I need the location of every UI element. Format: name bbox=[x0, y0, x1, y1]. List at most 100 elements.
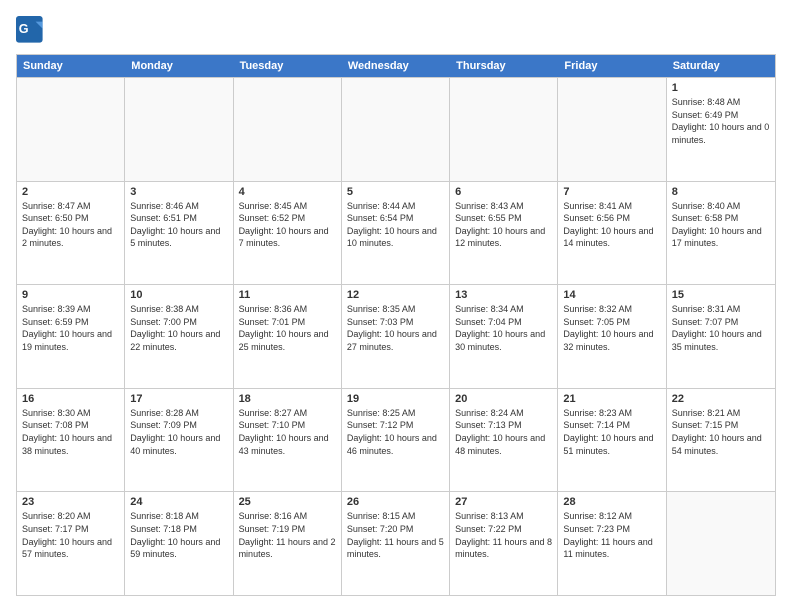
day-number: 7 bbox=[563, 186, 660, 198]
cell-info: Sunrise: 8:27 AM Sunset: 7:10 PM Dayligh… bbox=[239, 407, 336, 457]
cell-info: Sunrise: 8:44 AM Sunset: 6:54 PM Dayligh… bbox=[347, 200, 444, 250]
day-number: 21 bbox=[563, 393, 660, 405]
calendar-cell bbox=[17, 78, 125, 181]
day-number: 20 bbox=[455, 393, 552, 405]
weekday-header: Saturday bbox=[667, 55, 775, 77]
calendar-header: SundayMondayTuesdayWednesdayThursdayFrid… bbox=[17, 55, 775, 77]
day-number: 13 bbox=[455, 289, 552, 301]
weekday-header: Tuesday bbox=[234, 55, 342, 77]
cell-info: Sunrise: 8:24 AM Sunset: 7:13 PM Dayligh… bbox=[455, 407, 552, 457]
weekday-header: Sunday bbox=[17, 55, 125, 77]
cell-info: Sunrise: 8:25 AM Sunset: 7:12 PM Dayligh… bbox=[347, 407, 444, 457]
cell-info: Sunrise: 8:35 AM Sunset: 7:03 PM Dayligh… bbox=[347, 303, 444, 353]
calendar-cell: 10 Sunrise: 8:38 AM Sunset: 7:00 PM Dayli… bbox=[125, 285, 233, 388]
calendar-cell bbox=[234, 78, 342, 181]
calendar-row: 23 Sunrise: 8:20 AM Sunset: 7:17 PM Dayli… bbox=[17, 491, 775, 595]
day-number: 12 bbox=[347, 289, 444, 301]
calendar-cell bbox=[125, 78, 233, 181]
calendar-cell: 18 Sunrise: 8:27 AM Sunset: 7:10 PM Dayli… bbox=[234, 389, 342, 492]
calendar-cell: 26 Sunrise: 8:15 AM Sunset: 7:20 PM Dayli… bbox=[342, 492, 450, 595]
day-number: 19 bbox=[347, 393, 444, 405]
cell-info: Sunrise: 8:23 AM Sunset: 7:14 PM Dayligh… bbox=[563, 407, 660, 457]
calendar-cell: 20 Sunrise: 8:24 AM Sunset: 7:13 PM Dayli… bbox=[450, 389, 558, 492]
logo-icon: G bbox=[16, 16, 44, 44]
day-number: 17 bbox=[130, 393, 227, 405]
day-number: 26 bbox=[347, 496, 444, 508]
calendar-cell: 6 Sunrise: 8:43 AM Sunset: 6:55 PM Daylig… bbox=[450, 182, 558, 285]
cell-info: Sunrise: 8:43 AM Sunset: 6:55 PM Dayligh… bbox=[455, 200, 552, 250]
cell-info: Sunrise: 8:30 AM Sunset: 7:08 PM Dayligh… bbox=[22, 407, 119, 457]
cell-info: Sunrise: 8:12 AM Sunset: 7:23 PM Dayligh… bbox=[563, 510, 660, 560]
calendar-cell: 7 Sunrise: 8:41 AM Sunset: 6:56 PM Daylig… bbox=[558, 182, 666, 285]
day-number: 6 bbox=[455, 186, 552, 198]
calendar-cell: 19 Sunrise: 8:25 AM Sunset: 7:12 PM Dayli… bbox=[342, 389, 450, 492]
calendar-cell: 1 Sunrise: 8:48 AM Sunset: 6:49 PM Daylig… bbox=[667, 78, 775, 181]
calendar-cell bbox=[450, 78, 558, 181]
cell-info: Sunrise: 8:18 AM Sunset: 7:18 PM Dayligh… bbox=[130, 510, 227, 560]
day-number: 16 bbox=[22, 393, 119, 405]
cell-info: Sunrise: 8:39 AM Sunset: 6:59 PM Dayligh… bbox=[22, 303, 119, 353]
cell-info: Sunrise: 8:45 AM Sunset: 6:52 PM Dayligh… bbox=[239, 200, 336, 250]
calendar-cell: 5 Sunrise: 8:44 AM Sunset: 6:54 PM Daylig… bbox=[342, 182, 450, 285]
day-number: 9 bbox=[22, 289, 119, 301]
day-number: 4 bbox=[239, 186, 336, 198]
calendar-cell bbox=[558, 78, 666, 181]
weekday-header: Monday bbox=[125, 55, 233, 77]
cell-info: Sunrise: 8:15 AM Sunset: 7:20 PM Dayligh… bbox=[347, 510, 444, 560]
cell-info: Sunrise: 8:41 AM Sunset: 6:56 PM Dayligh… bbox=[563, 200, 660, 250]
calendar-row: 16 Sunrise: 8:30 AM Sunset: 7:08 PM Dayli… bbox=[17, 388, 775, 492]
calendar-cell: 22 Sunrise: 8:21 AM Sunset: 7:15 PM Dayli… bbox=[667, 389, 775, 492]
day-number: 11 bbox=[239, 289, 336, 301]
calendar-cell: 17Sunrise: 8:28 AM Sunset: 7:09 PM Dayli… bbox=[125, 389, 233, 492]
calendar-cell: 13 Sunrise: 8:34 AM Sunset: 7:04 PM Dayli… bbox=[450, 285, 558, 388]
cell-info: Sunrise: 8:20 AM Sunset: 7:17 PM Dayligh… bbox=[22, 510, 119, 560]
day-number: 10 bbox=[130, 289, 227, 301]
calendar-cell: 8 Sunrise: 8:40 AM Sunset: 6:58 PM Daylig… bbox=[667, 182, 775, 285]
page: G SundayMondayTuesdayWednesdayThursdayFr… bbox=[0, 0, 792, 612]
header: G bbox=[16, 16, 776, 44]
day-number: 5 bbox=[347, 186, 444, 198]
calendar-row: 1 Sunrise: 8:48 AM Sunset: 6:49 PM Daylig… bbox=[17, 77, 775, 181]
calendar-cell: 2Sunrise: 8:47 AM Sunset: 6:50 PM Daylig… bbox=[17, 182, 125, 285]
cell-info: Sunrise: 8:34 AM Sunset: 7:04 PM Dayligh… bbox=[455, 303, 552, 353]
calendar-cell: 21 Sunrise: 8:23 AM Sunset: 7:14 PM Dayli… bbox=[558, 389, 666, 492]
weekday-header: Thursday bbox=[450, 55, 558, 77]
calendar-row: 9 Sunrise: 8:39 AM Sunset: 6:59 PM Daylig… bbox=[17, 284, 775, 388]
calendar-cell: 9 Sunrise: 8:39 AM Sunset: 6:59 PM Daylig… bbox=[17, 285, 125, 388]
calendar-cell: 11 Sunrise: 8:36 AM Sunset: 7:01 PM Dayli… bbox=[234, 285, 342, 388]
day-number: 23 bbox=[22, 496, 119, 508]
calendar: SundayMondayTuesdayWednesdayThursdayFrid… bbox=[16, 54, 776, 596]
cell-info: Sunrise: 8:21 AM Sunset: 7:15 PM Dayligh… bbox=[672, 407, 770, 457]
day-number: 24 bbox=[130, 496, 227, 508]
cell-info: Sunrise: 8:36 AM Sunset: 7:01 PM Dayligh… bbox=[239, 303, 336, 353]
calendar-cell: 28 Sunrise: 8:12 AM Sunset: 7:23 PM Dayli… bbox=[558, 492, 666, 595]
cell-info: Sunrise: 8:46 AM Sunset: 6:51 PM Dayligh… bbox=[130, 200, 227, 250]
day-number: 3 bbox=[130, 186, 227, 198]
day-number: 8 bbox=[672, 186, 770, 198]
day-number: 27 bbox=[455, 496, 552, 508]
day-number: 2 bbox=[22, 186, 119, 198]
day-number: 18 bbox=[239, 393, 336, 405]
cell-info: Sunrise: 8:38 AM Sunset: 7:00 PM Dayligh… bbox=[130, 303, 227, 353]
calendar-cell: 16 Sunrise: 8:30 AM Sunset: 7:08 PM Dayli… bbox=[17, 389, 125, 492]
cell-info: Sunrise: 8:31 AM Sunset: 7:07 PM Dayligh… bbox=[672, 303, 770, 353]
calendar-cell: 12 Sunrise: 8:35 AM Sunset: 7:03 PM Dayli… bbox=[342, 285, 450, 388]
calendar-cell: 27 Sunrise: 8:13 AM Sunset: 7:22 PM Dayli… bbox=[450, 492, 558, 595]
cell-info: Sunrise: 8:13 AM Sunset: 7:22 PM Dayligh… bbox=[455, 510, 552, 560]
weekday-header: Wednesday bbox=[342, 55, 450, 77]
calendar-cell: 14Sunrise: 8:32 AM Sunset: 7:05 PM Dayli… bbox=[558, 285, 666, 388]
calendar-row: 2Sunrise: 8:47 AM Sunset: 6:50 PM Daylig… bbox=[17, 181, 775, 285]
cell-info: Sunrise: 8:48 AM Sunset: 6:49 PM Dayligh… bbox=[672, 96, 770, 146]
cell-info: Sunrise: 8:16 AM Sunset: 7:19 PM Dayligh… bbox=[239, 510, 336, 560]
calendar-cell: 24 Sunrise: 8:18 AM Sunset: 7:18 PM Dayli… bbox=[125, 492, 233, 595]
day-number: 15 bbox=[672, 289, 770, 301]
logo: G bbox=[16, 16, 46, 44]
cell-info: Sunrise: 8:40 AM Sunset: 6:58 PM Dayligh… bbox=[672, 200, 770, 250]
weekday-header: Friday bbox=[558, 55, 666, 77]
day-number: 28 bbox=[563, 496, 660, 508]
day-number: 22 bbox=[672, 393, 770, 405]
day-number: 25 bbox=[239, 496, 336, 508]
day-number: 1 bbox=[672, 82, 770, 94]
calendar-cell bbox=[667, 492, 775, 595]
calendar-body: 1 Sunrise: 8:48 AM Sunset: 6:49 PM Daylig… bbox=[17, 77, 775, 595]
